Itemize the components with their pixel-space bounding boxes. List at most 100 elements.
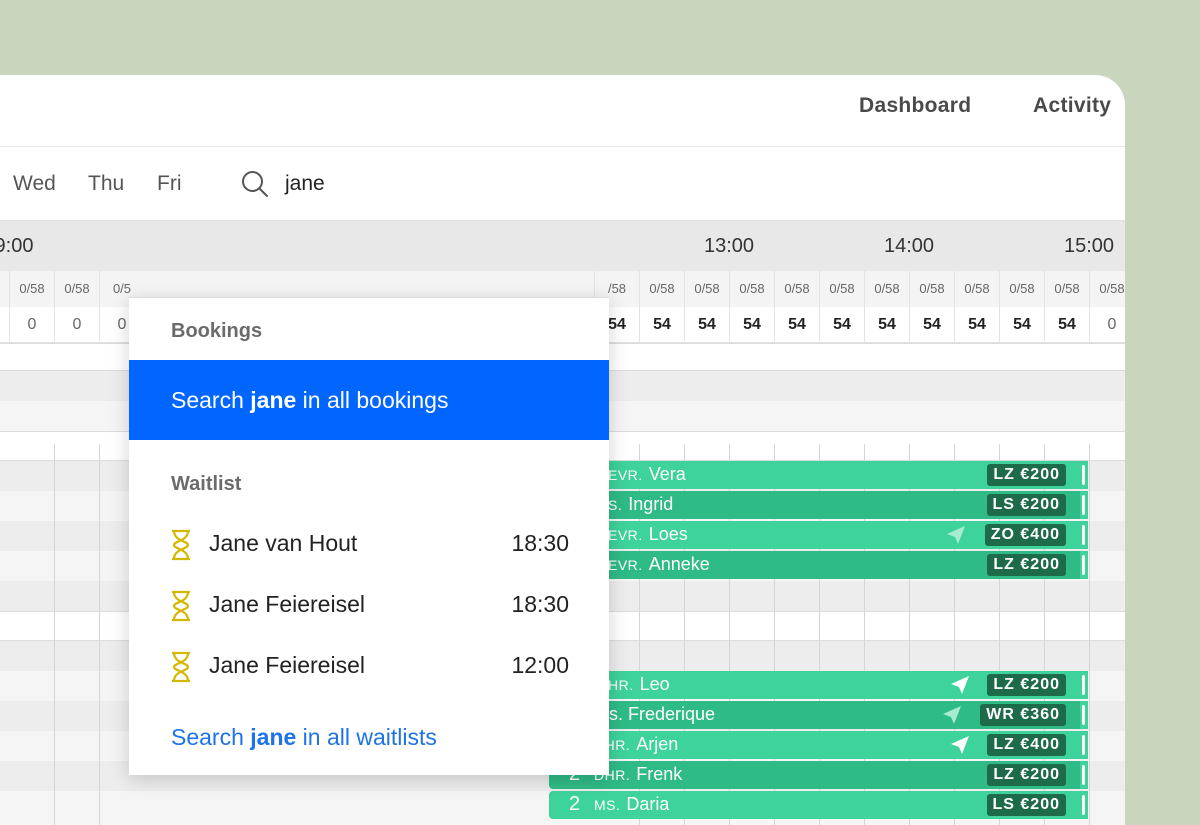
capacity-cell: 0/58 [909,271,954,307]
send-icon [947,526,965,544]
waitlist-guest-name: Jane Feiereisel [209,652,365,678]
count-cell: 54 [684,307,729,343]
booking-bar[interactable]: 4 DHR.Arjen LZ €400 [549,731,1088,759]
waitlist-item[interactable]: Jane Feiereisel 18:30 [169,584,569,624]
capacity-cell: 0/58 [819,271,864,307]
nav-activity[interactable]: Activity [1033,94,1111,118]
send-icon [951,676,969,694]
waitlist-time: 18:30 [511,591,569,617]
booking-resize-handle[interactable] [1080,761,1088,789]
waitlist-heading: Waitlist [171,473,242,495]
nav-dashboard[interactable]: Dashboard [859,94,971,118]
count-cell: 54 [729,307,774,343]
booking-resize-handle[interactable] [1080,791,1088,819]
search-icon[interactable] [240,169,270,199]
waitlist-time: 18:30 [511,530,569,556]
capacity-cell: 0/58 [954,271,999,307]
count-cell: 54 [819,307,864,343]
booking-tag: ZO €400 [984,524,1066,546]
booking-resize-handle[interactable] [1080,491,1088,519]
count-cell: 54 [954,307,999,343]
search-input[interactable]: jane [285,172,325,196]
waitlist-guest-name: Jane van Hout [209,530,358,556]
search-results-dropdown: Bookings Search jane in all bookings Wai… [129,297,609,775]
day-selector-bar: Wed Thu Fri jane [0,147,1125,221]
booking-tag: LZ €200 [987,674,1066,696]
booking-tag: WR €360 [980,704,1066,726]
booking-guest: EVR. Loes [608,524,688,544]
hour-label: 15:00 [1063,235,1115,257]
count-cell: 54 [999,307,1044,343]
booking-tag: LZ €200 [987,764,1066,786]
count-cell: 0 [54,307,99,343]
top-navigation: Dashboard Activity [0,75,1125,147]
booking-bar[interactable]: 4 Ms. Frederique WR €360 [549,701,1088,729]
grid-line [99,444,100,825]
hourglass-icon [172,529,190,561]
booking-tag: LZ €400 [987,734,1066,756]
search-all-waitlists-link[interactable]: Search jane in all waitlists [171,724,437,751]
send-icon [951,736,969,754]
hour-label: 9:00 [0,235,34,257]
waitlist-item[interactable]: Jane van Hout 18:30 [169,523,569,563]
day-tab-fri[interactable]: Fri [157,172,182,196]
day-tab-thu[interactable]: Thu [88,172,124,196]
hour-header: 9:00 13:00 14:00 15:00 [0,221,1125,271]
count-cell: 0 [1089,307,1125,343]
booking-bar[interactable]: EVR. Anneke LZ €200 [590,551,1088,579]
booking-bar[interactable]: EVR. Loes ZO €400 [590,521,1088,549]
search-all-bookings-option[interactable]: Search jane in all bookings [129,360,609,440]
capacity-cell: 0/58 [1089,271,1125,307]
booking-tag: LZ €200 [987,554,1066,576]
grid-line [54,444,55,825]
bookings-heading: Bookings [171,320,263,342]
hourglass-icon [172,590,190,622]
booking-guest: EVR. Vera [608,464,686,484]
booking-tag: LS €200 [986,494,1066,516]
booking-guest: S. Ingrid [608,494,674,514]
booking-bar[interactable]: 2 DHR.Frenk LZ €200 [549,761,1088,789]
hour-label: 13:00 [703,235,755,257]
capacity-cell: 0/58 [639,271,684,307]
count-cell: 54 [909,307,954,343]
booking-bar[interactable]: EVR. Vera LZ €200 [590,461,1088,489]
booking-resize-handle[interactable] [1080,461,1088,489]
capacity-cell: 0/58 [774,271,819,307]
booking-guest: Ms. Frederique [594,704,716,724]
waitlist-item[interactable]: Jane Feiereisel 12:00 [169,645,569,685]
capacity-cell: 0/58 [1044,271,1089,307]
count-cell: 54 [639,307,684,343]
booking-bar[interactable]: HR. Leo LZ €200 [590,671,1088,699]
hour-label: 14:00 [883,235,935,257]
grid-line [1089,444,1090,825]
app-window: Dashboard Activity Wed Thu Fri jane 9:00… [0,75,1125,825]
booking-resize-handle[interactable] [1080,551,1088,579]
party-size: 2 [569,793,581,815]
booking-guest: MS. Daria [594,794,670,814]
booking-bar[interactable]: S. Ingrid LS €200 [590,491,1088,519]
capacity-cell: 0/58 [999,271,1044,307]
waitlist-guest-name: Jane Feiereisel [209,591,365,617]
booking-resize-handle[interactable] [1080,671,1088,699]
waitlist-time: 12:00 [511,652,569,678]
count-cell: 54 [774,307,819,343]
booking-resize-handle[interactable] [1080,521,1088,549]
capacity-cell: 0/58 [684,271,729,307]
hourglass-icon [172,651,190,683]
count-cell: 0 [9,307,54,343]
count-cell: 54 [864,307,909,343]
send-icon [943,706,961,724]
booking-resize-handle[interactable] [1080,701,1088,729]
booking-tag: LZ €200 [987,464,1066,486]
booking-guest: HR. Leo [608,674,670,694]
count-cell: 54 [1044,307,1089,343]
day-tab-wed[interactable]: Wed [13,172,56,196]
capacity-cell: 0/58 [864,271,909,307]
booking-resize-handle[interactable] [1080,731,1088,759]
booking-tag: LS €200 [986,794,1066,816]
booking-bar[interactable]: 2 MS. Daria LS €200 [549,791,1088,819]
capacity-cell: 0/58 [9,271,54,307]
capacity-cell: 0/58 [729,271,774,307]
capacity-cell: 0/58 [54,271,99,307]
booking-guest: EVR. Anneke [608,554,710,574]
